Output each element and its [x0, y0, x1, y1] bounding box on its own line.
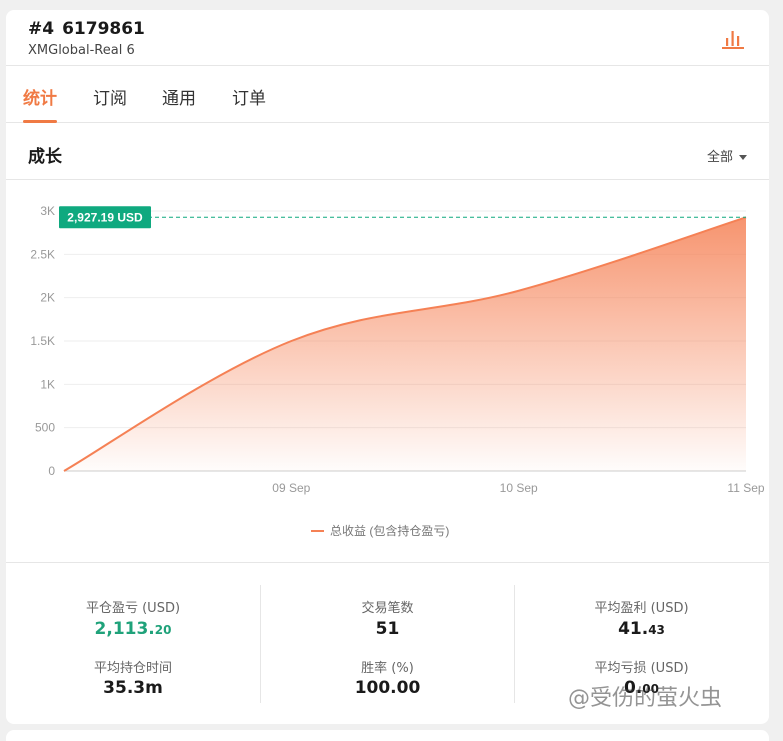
avg-loss-label: 平均亏损 (USD): [594, 661, 689, 676]
tab-stats[interactable]: 统计: [23, 84, 57, 123]
watermark: @受伤的萤火虫: [568, 686, 723, 711]
avg-profit-value: 41.43: [618, 619, 665, 639]
account-card: #4 6179861 XMGlobal-Real 6 统计 订阅 通用 订单 成长…: [6, 10, 769, 724]
legend-label: 总收益 (包含持仓盈亏): [330, 523, 449, 538]
y-tick-label: 3K: [40, 204, 55, 218]
y-tick-label: 0: [48, 464, 55, 478]
series-area: [64, 217, 746, 471]
caret-down-icon: [739, 155, 747, 160]
x-tick-label: 11 Sep: [727, 481, 764, 495]
current-value-label: 2,927.19 USD: [67, 210, 143, 224]
trades-value: 51: [375, 619, 400, 639]
y-tick-label: 2.5K: [30, 247, 55, 261]
win-rate-value: 100.00: [354, 678, 421, 698]
next-card-edge: [6, 730, 769, 741]
stats-column-left: 平仓盈亏 (USD) 2,113.20 平均持仓时间 35.3m: [6, 585, 260, 703]
y-tick-label: 500: [35, 421, 55, 435]
tab-general[interactable]: 通用: [162, 84, 196, 123]
x-tick-label: 09 Sep: [272, 481, 310, 495]
y-tick-label: 1K: [40, 377, 55, 391]
current-value-badge: 2,927.19 USD: [59, 206, 151, 229]
account-header: #4 6179861 XMGlobal-Real 6: [6, 10, 769, 66]
tab-orders[interactable]: 订单: [232, 84, 266, 123]
range-select-value: 全部: [706, 150, 733, 165]
closed-pl-value: 2,113.20: [94, 619, 172, 639]
tab-subscribe[interactable]: 订阅: [93, 84, 127, 123]
tab-bar: 统计 订阅 通用 订单: [6, 67, 769, 123]
account-number: 6179861: [62, 19, 145, 39]
x-tick-label: 10 Sep: [500, 481, 538, 495]
range-select[interactable]: 全部: [707, 146, 747, 165]
stats-column-middle: 交易笔数 51 胜率 (%) 100.00: [260, 585, 514, 703]
avg-hold-label: 平均持仓时间: [93, 661, 172, 676]
trades-label: 交易笔数: [361, 601, 414, 616]
avg-profit-label: 平均盈利 (USD): [594, 601, 689, 616]
closed-pl-label: 平仓盈亏 (USD): [85, 601, 181, 616]
y-tick-label: 1.5K: [30, 334, 55, 348]
y-tick-label: 2K: [40, 291, 55, 305]
avg-hold-value: 35.3m: [103, 678, 163, 698]
account-index: #4: [28, 19, 55, 39]
chart-legend[interactable]: 总收益 (包含持仓盈亏): [311, 523, 449, 538]
account-server: XMGlobal-Real 6: [28, 43, 135, 58]
section-title: 成长: [28, 147, 62, 167]
growth-chart: 0 500 1K 1.5K 2K 2.5K 3K 09 Sep 10 Sep 11 Sep 2,…: [6, 181, 769, 561]
bar-chart-icon[interactable]: [721, 28, 745, 50]
account-title: #4 6179861: [28, 19, 145, 39]
growth-chart-svg: 0 500 1K 1.5K 2K 2.5K 3K 09 Sep 10 Sep 11 Sep 2,…: [30, 204, 765, 538]
growth-section-header: 成长 全部: [6, 124, 769, 180]
win-rate-label: 胜率 (%): [361, 661, 414, 676]
